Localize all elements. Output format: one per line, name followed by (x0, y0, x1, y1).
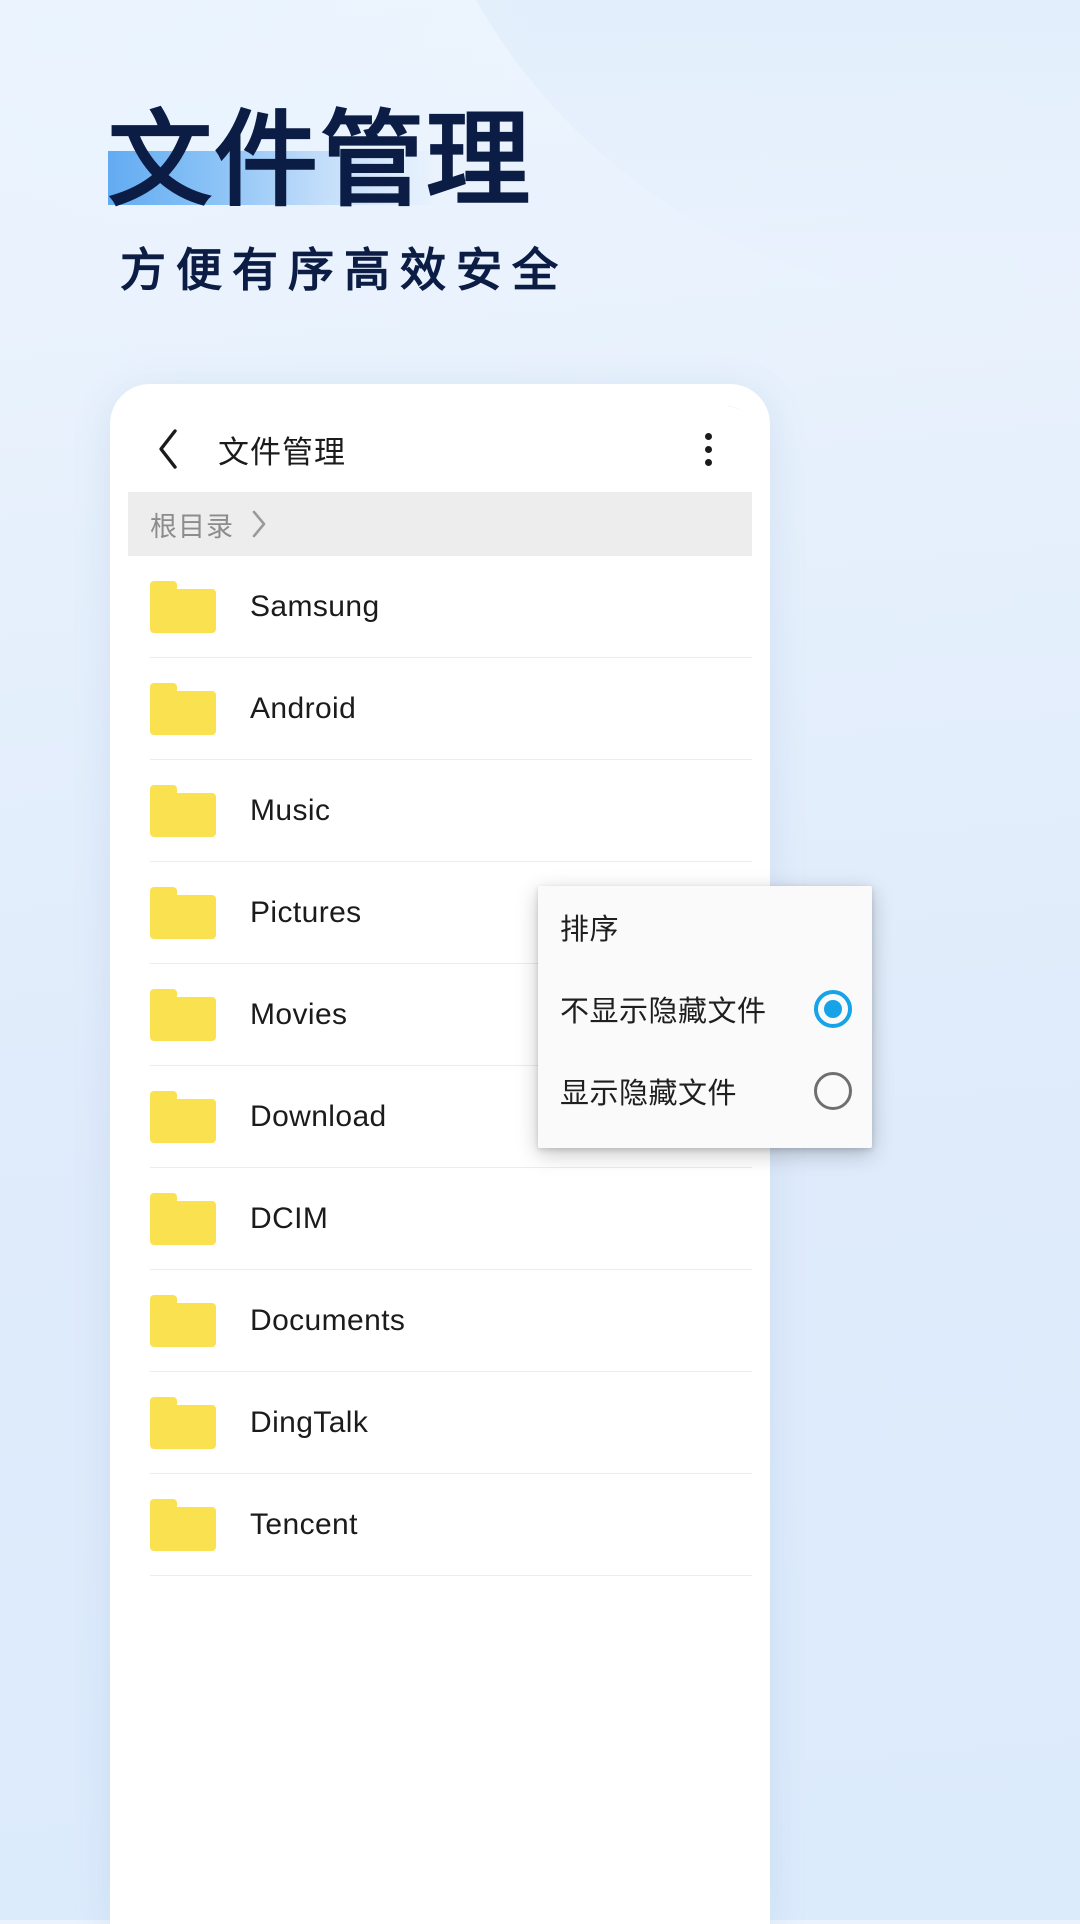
file-name: Samsung (250, 590, 380, 623)
file-name: Tencent (250, 1508, 358, 1541)
dot (704, 445, 712, 453)
app-bar-title: 文件管理 (218, 434, 346, 470)
folder-icon (150, 887, 216, 939)
menu-item[interactable]: 不显示隐藏文件 (538, 968, 872, 1050)
file-name: Movies (250, 998, 348, 1031)
file-name: DingTalk (250, 1406, 369, 1439)
file-name: Documents (250, 1304, 406, 1337)
menu-item[interactable]: 排序 (538, 886, 872, 968)
radio-selected-icon[interactable] (814, 990, 852, 1028)
folder-icon (150, 989, 216, 1041)
folder-icon (150, 683, 216, 735)
breadcrumb[interactable]: 根目录 (128, 492, 752, 556)
chevron-right-icon (250, 509, 268, 539)
folder-icon (150, 1193, 216, 1245)
file-list-item[interactable]: DingTalk (128, 1372, 752, 1474)
file-list-item[interactable]: Documents (128, 1270, 752, 1372)
menu-item[interactable]: 显示隐藏文件 (538, 1050, 872, 1132)
file-name: Download (250, 1100, 387, 1133)
overflow-menu: 排序不显示隐藏文件 显示隐藏文件 (538, 886, 872, 1148)
menu-item-label: 不显示隐藏文件 (560, 996, 767, 1028)
file-name: Pictures (250, 896, 362, 929)
menu-item-label: 排序 (560, 914, 620, 946)
hero-section: 文件管理 方便有序高效安全 (0, 0, 1080, 297)
folder-icon (150, 1091, 216, 1143)
menu-item-label: 显示隐藏文件 (560, 1078, 738, 1110)
file-name: Android (250, 692, 357, 725)
page-title: 文件管理 (108, 103, 533, 219)
breadcrumb-label: 根目录 (150, 511, 234, 542)
radio-unselected-icon[interactable] (814, 1072, 852, 1110)
folder-icon (150, 581, 216, 633)
hero-title-wrapper: 文件管理 (108, 105, 532, 217)
folder-icon (150, 1499, 216, 1551)
more-vertical-icon[interactable] (686, 423, 730, 475)
dot (704, 458, 712, 466)
file-list-item[interactable]: Music (128, 760, 752, 862)
dot (704, 432, 712, 440)
folder-icon (150, 1397, 216, 1449)
chevron-left-icon[interactable] (146, 427, 190, 471)
folder-icon (150, 1295, 216, 1347)
file-name: Music (250, 794, 331, 827)
app-bar: 文件管理 (128, 406, 752, 492)
file-list-item[interactable]: Android (128, 658, 752, 760)
file-list-item[interactable]: Tencent (128, 1474, 752, 1576)
phone-mockup: 文件管理 根目录 Samsung Android Music Pictures Movi… (110, 384, 872, 1924)
phone-screen: 文件管理 根目录 Samsung Android Music Pictures Movi… (128, 406, 752, 1924)
file-list-item[interactable]: DCIM (128, 1168, 752, 1270)
page-subtitle: 方便有序高效安全 (120, 244, 568, 296)
file-name: DCIM (250, 1202, 329, 1235)
file-list-item[interactable]: Samsung (128, 556, 752, 658)
folder-icon (150, 785, 216, 837)
